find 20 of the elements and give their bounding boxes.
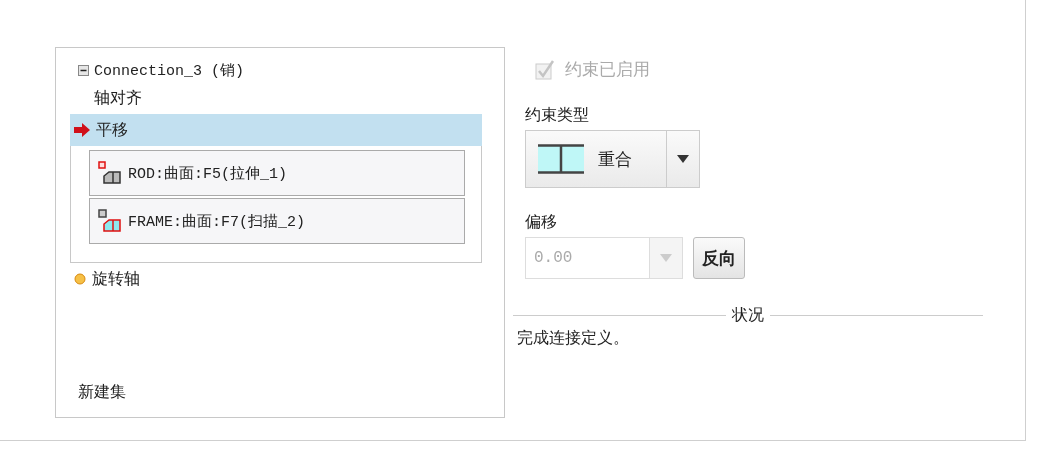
tree-item[interactable]: 轴对齐 xyxy=(70,82,482,114)
part-icon xyxy=(98,161,122,185)
tree-item[interactable]: 旋转轴 xyxy=(70,263,482,295)
status-heading: 状况 xyxy=(732,305,764,326)
status-message: 完成连接定义。 xyxy=(517,328,630,349)
part-icon xyxy=(98,209,122,233)
collapse-icon[interactable] xyxy=(78,64,89,76)
tree-item[interactable]: 平移 xyxy=(70,114,482,146)
dropdown-arrow-icon xyxy=(660,254,672,262)
constraint-type-dropdown[interactable]: 重合 xyxy=(525,130,700,188)
constraint-type-label: 约束类型 xyxy=(525,105,590,126)
arrow-icon xyxy=(74,123,90,137)
reference-item[interactable]: FRAME:曲面:F7(扫描_2) xyxy=(89,198,465,244)
connection-label[interactable]: Connection_3 (销) xyxy=(94,60,245,80)
offset-label: 偏移 xyxy=(525,212,558,233)
coincident-icon xyxy=(538,144,584,174)
reference-item[interactable]: ROD:曲面:F5(拉伸_1) xyxy=(89,150,465,196)
dot-icon xyxy=(74,273,86,285)
new-set-link[interactable]: 新建集 xyxy=(78,382,482,403)
dropdown-arrow-icon xyxy=(677,155,689,163)
